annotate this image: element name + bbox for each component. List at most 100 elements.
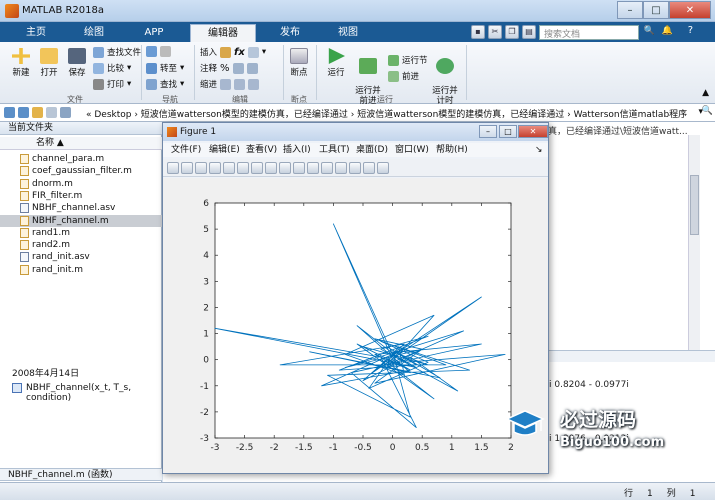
list-item[interactable]: channel_para.m — [0, 153, 162, 165]
advance-button[interactable]: 前进 — [388, 70, 419, 82]
insert-button[interactable]: 插入 fx ▾ — [200, 46, 266, 58]
menu-window[interactable]: 窗口(W) — [395, 143, 429, 157]
menu-tools[interactable]: 工具(T) — [319, 143, 350, 157]
link-plot-icon[interactable] — [321, 161, 333, 174]
tab-editor[interactable]: 编辑器 — [190, 24, 256, 42]
bell-icon[interactable]: 🔔 — [662, 26, 673, 36]
editor-scrollbar[interactable] — [688, 135, 700, 360]
x-tick-label: -3 — [211, 443, 220, 453]
figure-maximize-button[interactable]: □ — [499, 125, 517, 138]
save-icon[interactable]: ▪ — [471, 25, 485, 39]
list-item[interactable]: coef_gaussian_filter.m — [0, 165, 162, 177]
file-name: rand2.m — [32, 240, 70, 251]
tab-plots[interactable]: 绘图 — [72, 24, 116, 42]
open-file-icon[interactable] — [181, 161, 193, 174]
folder-path[interactable]: « Desktop › 短波信道watterson模型的建模仿真，已经编译通过 … — [86, 107, 687, 120]
x-tick-label: -1 — [329, 443, 338, 453]
tab-publish[interactable]: 发布 — [268, 24, 312, 42]
legend-icon[interactable] — [349, 161, 361, 174]
zoom-in-icon[interactable] — [237, 161, 249, 174]
open-button[interactable]: 打开 — [36, 48, 62, 78]
menu-desktop[interactable]: 桌面(D) — [356, 143, 388, 157]
figure-minimize-button[interactable]: – — [479, 125, 497, 138]
hide-plot-tools-icon[interactable] — [363, 161, 375, 174]
browse-folder-icon[interactable] — [46, 107, 57, 118]
run-button[interactable]: 运行 — [322, 48, 350, 78]
tab-apps[interactable]: APP — [132, 24, 176, 42]
search-folder-icon[interactable]: 🔍 — [702, 106, 713, 116]
brush-icon[interactable] — [307, 161, 319, 174]
pointer-icon[interactable] — [223, 161, 235, 174]
menu-help[interactable]: 帮助(H) — [436, 143, 468, 157]
fx-icon[interactable]: fx — [234, 47, 245, 58]
advance-icon — [388, 70, 399, 82]
y-tick-label: 2 — [203, 303, 209, 313]
print-figure-icon[interactable] — [209, 161, 221, 174]
print-button[interactable]: 打印 ▾ — [93, 78, 131, 90]
figure-window[interactable]: Figure 1 – □ ✕ 文件(F) 编辑(E) 查看(V) 插入(I) 工… — [162, 122, 549, 474]
zoom-out-icon[interactable] — [251, 161, 263, 174]
list-item[interactable]: FIR_filter.m — [0, 190, 162, 202]
menu-edit[interactable]: 编辑(E) — [209, 143, 240, 157]
run-advance-icon — [359, 58, 377, 74]
menu-view[interactable]: 查看(V) — [246, 143, 277, 157]
matlab-logo-icon — [5, 4, 19, 18]
indent-right-icon — [234, 78, 246, 90]
copy-icon[interactable]: ❐ — [505, 25, 519, 39]
figure-close-button[interactable]: ✕ — [518, 125, 548, 138]
back-forward-buttons[interactable] — [146, 46, 171, 57]
colorbar-icon[interactable] — [335, 161, 347, 174]
tab-home[interactable]: 主页 — [14, 24, 58, 42]
menu-file[interactable]: 文件(F) — [171, 143, 201, 157]
run-section-button[interactable]: 运行节 — [388, 54, 428, 66]
collapse-ribbon-icon[interactable]: ▲ — [702, 88, 709, 98]
list-item[interactable]: NBHF_channel.m — [0, 214, 162, 227]
find-files-button[interactable]: 查找文件 — [93, 46, 141, 58]
folder-up-icon[interactable] — [32, 107, 43, 118]
save-figure-icon[interactable] — [195, 161, 207, 174]
indent-button[interactable]: 缩进 — [200, 78, 260, 90]
scroll-thumb[interactable] — [690, 175, 699, 235]
list-item[interactable]: rand_init.asv — [0, 251, 162, 263]
y-tick-label: 3 — [203, 277, 209, 287]
cut-icon[interactable]: ✂ — [488, 25, 502, 39]
show-plot-tools-icon[interactable] — [377, 161, 389, 174]
list-item[interactable]: rand1.m — [0, 227, 162, 239]
name-column-header[interactable]: 名称 ▲ — [0, 137, 162, 150]
list-item[interactable]: rand2.m — [0, 239, 162, 251]
comment-toggle-icon — [232, 62, 244, 74]
list-item[interactable]: dnorm.m — [0, 178, 162, 190]
x-tick-label: -2 — [270, 443, 279, 453]
data-cursor-icon[interactable] — [293, 161, 305, 174]
tab-view[interactable]: 视图 — [326, 24, 370, 42]
rotate-icon[interactable] — [279, 161, 291, 174]
new-figure-icon[interactable] — [167, 161, 179, 174]
close-button[interactable]: ✕ — [669, 1, 711, 19]
forward-icon[interactable] — [18, 107, 29, 118]
find-button[interactable]: 查找 ▾ — [146, 78, 184, 90]
compare-button[interactable]: 比较 ▾ — [93, 62, 131, 74]
new-button[interactable]: 新建 — [8, 48, 34, 78]
x-tick-label: 1.5 — [474, 443, 488, 453]
minimize-button[interactable]: – — [617, 1, 643, 19]
line-chart[interactable]: -3 -2.5 -2 -1.5 -1 -0.5 0 0.5 1 1.5 2-3-2-10123456 — [163, 178, 548, 473]
file-name: rand_init.asv — [32, 252, 90, 263]
search-icon[interactable]: 🔍 — [644, 26, 655, 36]
run-time-button[interactable]: 运行并 计时 — [430, 48, 460, 106]
folder-icon[interactable] — [60, 107, 71, 118]
goto-button[interactable]: 转至 ▾ — [146, 62, 184, 74]
breakpoint-button[interactable]: 断点 — [286, 48, 312, 78]
list-item[interactable]: rand_init.m — [0, 264, 162, 276]
back-icon[interactable] — [4, 107, 15, 118]
menu-insert[interactable]: 插入(I) — [283, 143, 311, 157]
pan-icon[interactable] — [265, 161, 277, 174]
maximize-button[interactable]: □ — [643, 1, 669, 19]
figure-title-bar[interactable]: Figure 1 – □ ✕ — [163, 123, 548, 141]
comment-button[interactable]: 注释% — [200, 62, 258, 74]
help-button[interactable]: ? — [688, 25, 693, 36]
dock-icon[interactable]: ↘ — [535, 143, 543, 157]
list-item[interactable]: NBHF_channel.asv — [0, 202, 162, 214]
paste-icon[interactable]: ▤ — [522, 25, 536, 39]
search-input[interactable]: 搜索文档 — [539, 25, 639, 40]
save-button[interactable]: 保存 — [64, 48, 90, 78]
